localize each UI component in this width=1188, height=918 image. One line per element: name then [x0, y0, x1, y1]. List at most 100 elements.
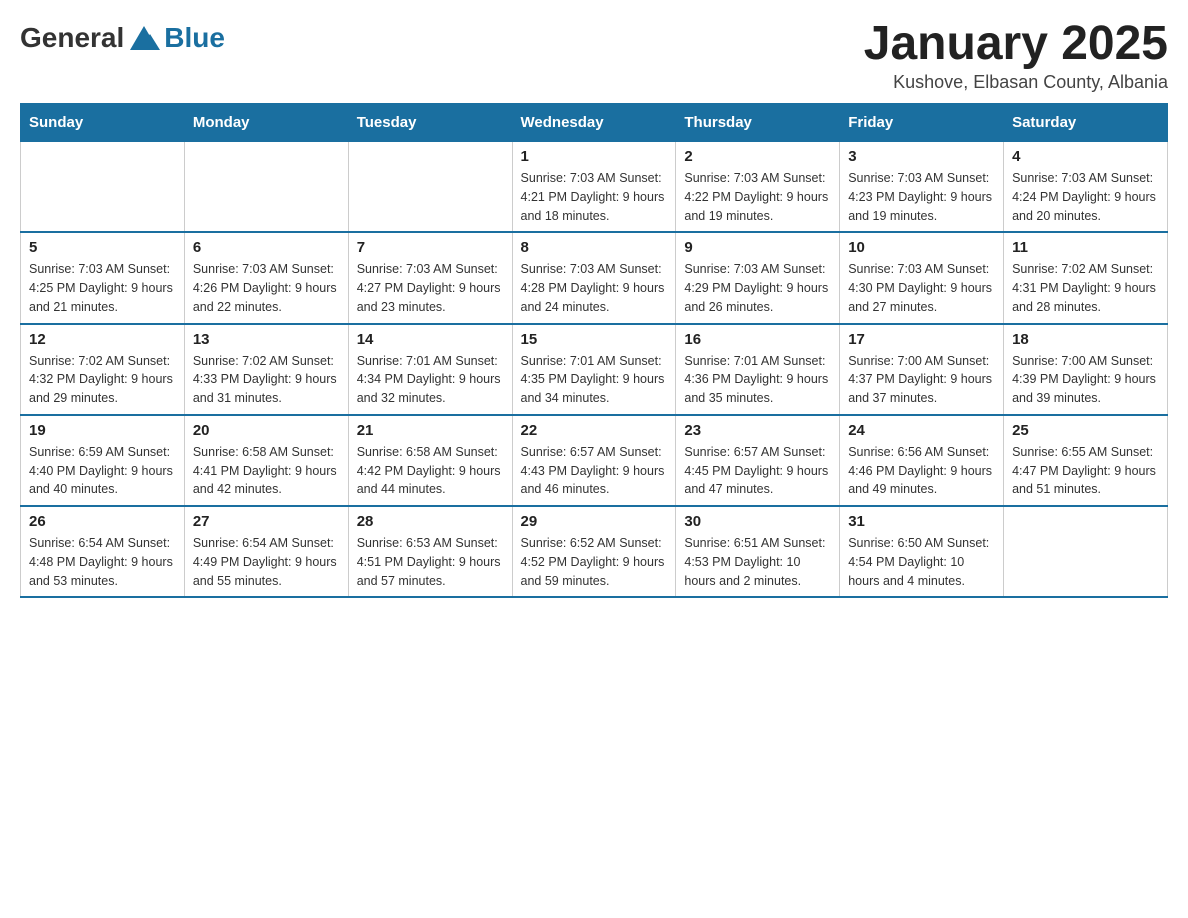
- calendar-week-3: 12 Sunrise: 7:02 AM Sunset: 4:32 PM Dayli…: [21, 324, 1168, 415]
- calendar-cell-week5-day5: 30 Sunrise: 6:51 AM Sunset: 4:53 PM Dayli…: [676, 506, 840, 597]
- calendar-cell-week1-day2: [184, 142, 348, 233]
- day-number: 18: [1012, 331, 1159, 348]
- calendar-week-1: 1Sunrise: 7:03 AM Sunset: 4:21 PM Daylig…: [21, 142, 1168, 233]
- day-info: Sunrise: 6:54 AM Sunset: 4:49 PM Dayligh…: [193, 534, 340, 590]
- day-info: Sunrise: 7:02 AM Sunset: 4:31 PM Dayligh…: [1012, 260, 1159, 316]
- calendar-header-saturday: Saturday: [1004, 104, 1168, 142]
- day-info: Sunrise: 7:03 AM Sunset: 4:22 PM Dayligh…: [684, 169, 831, 225]
- day-info: Sunrise: 6:53 AM Sunset: 4:51 PM Dayligh…: [357, 534, 504, 590]
- calendar-cell-week5-day1: 26 Sunrise: 6:54 AM Sunset: 4:48 PM Dayli…: [21, 506, 185, 597]
- day-number: 24: [848, 422, 995, 439]
- calendar-cell-week4-day5: 23 Sunrise: 6:57 AM Sunset: 4:45 PM Dayli…: [676, 415, 840, 506]
- day-info: Sunrise: 7:03 AM Sunset: 4:30 PM Dayligh…: [848, 260, 995, 316]
- day-number: 20: [193, 422, 340, 439]
- calendar-header-tuesday: Tuesday: [348, 104, 512, 142]
- day-number: 23: [684, 422, 831, 439]
- day-info: Sunrise: 7:03 AM Sunset: 4:25 PM Dayligh…: [29, 260, 176, 316]
- day-number: 30: [684, 513, 831, 530]
- calendar-cell-week5-day4: 29 Sunrise: 6:52 AM Sunset: 4:52 PM Dayli…: [512, 506, 676, 597]
- calendar-header-monday: Monday: [184, 104, 348, 142]
- day-info: Sunrise: 7:02 AM Sunset: 4:33 PM Dayligh…: [193, 352, 340, 408]
- calendar-cell-week3-day3: 14 Sunrise: 7:01 AM Sunset: 4:34 PM Dayli…: [348, 324, 512, 415]
- day-number: 16: [684, 331, 831, 348]
- day-number: 29: [521, 513, 668, 530]
- calendar-cell-week4-day4: 22 Sunrise: 6:57 AM Sunset: 4:43 PM Dayli…: [512, 415, 676, 506]
- day-number: 3: [848, 148, 995, 165]
- day-number: 27: [193, 513, 340, 530]
- day-number: 28: [357, 513, 504, 530]
- calendar-header-thursday: Thursday: [676, 104, 840, 142]
- day-info: Sunrise: 7:00 AM Sunset: 4:37 PM Dayligh…: [848, 352, 995, 408]
- day-info: Sunrise: 6:50 AM Sunset: 4:54 PM Dayligh…: [848, 534, 995, 590]
- logo: General Blue: [20, 20, 225, 56]
- calendar-cell-week5-day3: 28 Sunrise: 6:53 AM Sunset: 4:51 PM Dayli…: [348, 506, 512, 597]
- day-number: 19: [29, 422, 176, 439]
- day-info: Sunrise: 7:01 AM Sunset: 4:34 PM Dayligh…: [357, 352, 504, 408]
- day-number: 17: [848, 331, 995, 348]
- day-number: 14: [357, 331, 504, 348]
- calendar-cell-week1-day3: [348, 142, 512, 233]
- calendar-header-sunday: Sunday: [21, 104, 185, 142]
- day-info: Sunrise: 7:03 AM Sunset: 4:24 PM Dayligh…: [1012, 169, 1159, 225]
- logo-general-text: General: [20, 22, 124, 54]
- day-info: Sunrise: 6:56 AM Sunset: 4:46 PM Dayligh…: [848, 443, 995, 499]
- calendar-header-wednesday: Wednesday: [512, 104, 676, 142]
- logo-blue-text: Blue: [164, 22, 225, 54]
- calendar-cell-week1-day1: [21, 142, 185, 233]
- day-number: 21: [357, 422, 504, 439]
- day-info: Sunrise: 7:03 AM Sunset: 4:28 PM Dayligh…: [521, 260, 668, 316]
- calendar-cell-week4-day6: 24 Sunrise: 6:56 AM Sunset: 4:46 PM Dayli…: [840, 415, 1004, 506]
- day-info: Sunrise: 7:03 AM Sunset: 4:27 PM Dayligh…: [357, 260, 504, 316]
- calendar-week-5: 26 Sunrise: 6:54 AM Sunset: 4:48 PM Dayli…: [21, 506, 1168, 597]
- calendar-cell-week1-day5: 2 Sunrise: 7:03 AM Sunset: 4:22 PM Daylig…: [676, 142, 840, 233]
- day-info: Sunrise: 6:52 AM Sunset: 4:52 PM Dayligh…: [521, 534, 668, 590]
- day-number: 5: [29, 239, 176, 256]
- calendar-cell-week1-day4: 1Sunrise: 7:03 AM Sunset: 4:21 PM Daylig…: [512, 142, 676, 233]
- day-info: Sunrise: 6:58 AM Sunset: 4:42 PM Dayligh…: [357, 443, 504, 499]
- day-number: 15: [521, 331, 668, 348]
- day-number: 10: [848, 239, 995, 256]
- calendar-cell-week3-day6: 17 Sunrise: 7:00 AM Sunset: 4:37 PM Dayli…: [840, 324, 1004, 415]
- calendar-cell-week4-day3: 21 Sunrise: 6:58 AM Sunset: 4:42 PM Dayli…: [348, 415, 512, 506]
- day-info: Sunrise: 6:54 AM Sunset: 4:48 PM Dayligh…: [29, 534, 176, 590]
- day-info: Sunrise: 7:00 AM Sunset: 4:39 PM Dayligh…: [1012, 352, 1159, 408]
- calendar-cell-week5-day7: [1004, 506, 1168, 597]
- calendar-cell-week3-day7: 18 Sunrise: 7:00 AM Sunset: 4:39 PM Dayli…: [1004, 324, 1168, 415]
- day-info: Sunrise: 7:03 AM Sunset: 4:21 PM Dayligh…: [521, 169, 668, 225]
- calendar-cell-week5-day2: 27 Sunrise: 6:54 AM Sunset: 4:49 PM Dayli…: [184, 506, 348, 597]
- day-number: 31: [848, 513, 995, 530]
- day-number: 2: [684, 148, 831, 165]
- calendar-cell-week5-day6: 31 Sunrise: 6:50 AM Sunset: 4:54 PM Dayli…: [840, 506, 1004, 597]
- calendar-header-row: SundayMondayTuesdayWednesdayThursdayFrid…: [21, 104, 1168, 142]
- day-number: 22: [521, 422, 668, 439]
- day-info: Sunrise: 7:01 AM Sunset: 4:35 PM Dayligh…: [521, 352, 668, 408]
- day-number: 11: [1012, 239, 1159, 256]
- calendar-cell-week2-day5: 9Sunrise: 7:03 AM Sunset: 4:29 PM Daylig…: [676, 232, 840, 323]
- day-number: 13: [193, 331, 340, 348]
- day-info: Sunrise: 6:57 AM Sunset: 4:45 PM Dayligh…: [684, 443, 831, 499]
- calendar-cell-week4-day1: 19Sunrise: 6:59 AM Sunset: 4:40 PM Dayli…: [21, 415, 185, 506]
- month-title: January 2025: [864, 20, 1168, 68]
- day-number: 26: [29, 513, 176, 530]
- calendar-cell-week3-day4: 15 Sunrise: 7:01 AM Sunset: 4:35 PM Dayli…: [512, 324, 676, 415]
- day-number: 12: [29, 331, 176, 348]
- calendar-cell-week1-day7: 4Sunrise: 7:03 AM Sunset: 4:24 PM Daylig…: [1004, 142, 1168, 233]
- calendar-cell-week2-day2: 6 Sunrise: 7:03 AM Sunset: 4:26 PM Daylig…: [184, 232, 348, 323]
- day-info: Sunrise: 6:57 AM Sunset: 4:43 PM Dayligh…: [521, 443, 668, 499]
- calendar-cell-week2-day3: 7Sunrise: 7:03 AM Sunset: 4:27 PM Daylig…: [348, 232, 512, 323]
- day-info: Sunrise: 7:02 AM Sunset: 4:32 PM Dayligh…: [29, 352, 176, 408]
- calendar-cell-week2-day6: 10 Sunrise: 7:03 AM Sunset: 4:30 PM Dayli…: [840, 232, 1004, 323]
- calendar-header-friday: Friday: [840, 104, 1004, 142]
- calendar-cell-week3-day5: 16 Sunrise: 7:01 AM Sunset: 4:36 PM Dayli…: [676, 324, 840, 415]
- calendar-cell-week4-day2: 20Sunrise: 6:58 AM Sunset: 4:41 PM Dayli…: [184, 415, 348, 506]
- day-info: Sunrise: 7:01 AM Sunset: 4:36 PM Dayligh…: [684, 352, 831, 408]
- title-section: January 2025 Kushove, Elbasan County, Al…: [864, 20, 1168, 93]
- day-number: 6: [193, 239, 340, 256]
- day-number: 25: [1012, 422, 1159, 439]
- calendar-cell-week1-day6: 3 Sunrise: 7:03 AM Sunset: 4:23 PM Daylig…: [840, 142, 1004, 233]
- calendar-cell-week3-day1: 12 Sunrise: 7:02 AM Sunset: 4:32 PM Dayli…: [21, 324, 185, 415]
- day-info: Sunrise: 7:03 AM Sunset: 4:26 PM Dayligh…: [193, 260, 340, 316]
- day-info: Sunrise: 7:03 AM Sunset: 4:23 PM Dayligh…: [848, 169, 995, 225]
- calendar-cell-week2-day7: 11 Sunrise: 7:02 AM Sunset: 4:31 PM Dayli…: [1004, 232, 1168, 323]
- day-info: Sunrise: 6:51 AM Sunset: 4:53 PM Dayligh…: [684, 534, 831, 590]
